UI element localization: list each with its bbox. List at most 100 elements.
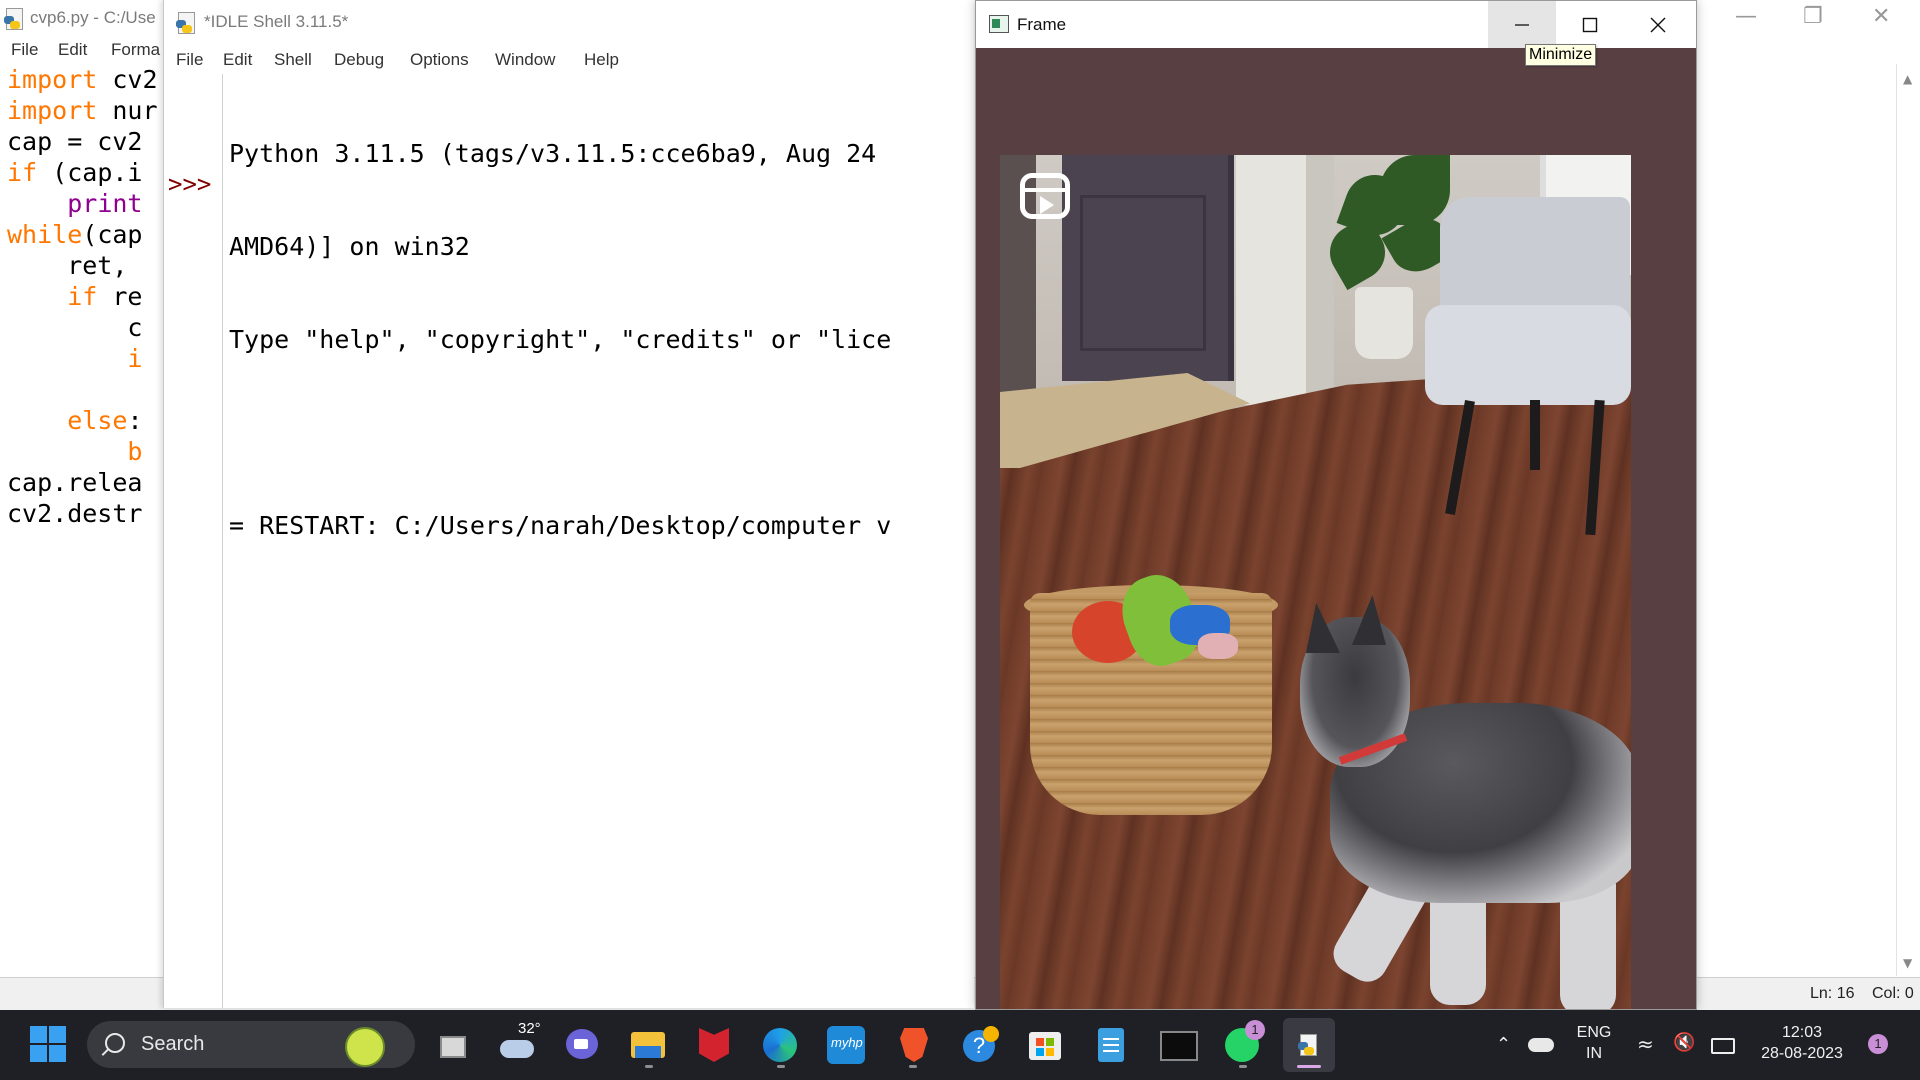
shell-menu-edit[interactable]: Edit: [223, 50, 252, 70]
code-token: b: [127, 437, 143, 466]
shell-menu-options[interactable]: Options: [410, 50, 469, 70]
shell-title: *IDLE Shell 3.11.5*: [204, 12, 349, 31]
edge-icon[interactable]: [761, 1026, 799, 1064]
code-token: cv2: [97, 65, 158, 94]
status-col: Col: 0: [1872, 985, 1914, 1002]
editor-menu-edit[interactable]: Edit: [58, 40, 87, 60]
editor-code-area[interactable]: import cv2 import nur cap = cv2 if (cap.i p…: [7, 64, 158, 529]
brave-icon[interactable]: [895, 1026, 933, 1064]
idle-icon[interactable]: [1283, 1018, 1335, 1072]
battery-icon[interactable]: [1711, 1038, 1735, 1054]
shell-menubar: File Edit Shell Debug Options Window Hel…: [164, 46, 974, 74]
code-line: cap.relea: [7, 467, 158, 498]
shell-menu-file[interactable]: File: [176, 50, 203, 70]
shell-menu-help[interactable]: Help: [584, 50, 619, 70]
teams-chat-icon[interactable]: [564, 1026, 602, 1064]
code-line: print: [7, 188, 158, 219]
python-file-icon: [4, 8, 24, 30]
maximize-icon: [1582, 17, 1598, 32]
code-token: ret,: [7, 251, 143, 280]
shell-menu-shell[interactable]: Shell: [274, 50, 312, 70]
editor-menu-format[interactable]: Forma: [111, 40, 160, 60]
frame-minimize-button[interactable]: [1488, 1, 1556, 48]
code-token: print: [67, 189, 143, 218]
frame-titlebar[interactable]: Frame: [976, 1, 1696, 48]
editor-close-icon[interactable]: ✕: [1872, 4, 1890, 29]
search-icon: [105, 1033, 125, 1053]
running-indicator: [909, 1065, 917, 1068]
code-token: cap.relea: [7, 468, 143, 497]
frame-maximize-button[interactable]: [1556, 1, 1624, 48]
frame-close-button[interactable]: [1624, 1, 1692, 48]
code-token: (cap: [82, 220, 143, 249]
video-frame-image: [1000, 155, 1631, 1009]
code-line: i: [7, 343, 158, 374]
code-line: cv2.destr: [7, 498, 158, 529]
editor-minimize-icon[interactable]: —: [1735, 4, 1757, 29]
code-token: cv2.destr: [7, 499, 143, 528]
start-icon[interactable]: [30, 1026, 68, 1064]
code-line: cap = cv2: [7, 126, 158, 157]
wifi-icon[interactable]: ≈: [1637, 1032, 1654, 1056]
task-view-icon[interactable]: [434, 1026, 472, 1064]
code-token: i: [127, 344, 143, 373]
notification-badge[interactable]: 1: [1868, 1034, 1888, 1054]
shell-output[interactable]: Python 3.11.5 (tags/v3.11.5:cce6ba9, Aug…: [229, 76, 891, 603]
code-token: import: [7, 96, 98, 125]
code-line: else:: [7, 405, 158, 436]
code-token: while: [7, 220, 83, 249]
taskbar-search-box[interactable]: Search: [87, 1021, 415, 1068]
code-token: cap = cv2: [7, 127, 143, 156]
code-line: import nur: [7, 95, 158, 126]
help-icon[interactable]: ?: [961, 1026, 999, 1064]
code-token: if: [7, 158, 38, 187]
volume-muted-icon[interactable]: 🔇: [1673, 1032, 1695, 1053]
clock-time: 12:03: [1781, 1024, 1823, 1041]
status-line: Ln: 16: [1810, 985, 1855, 1002]
code-line: while(cap: [7, 219, 158, 250]
code-line: ret,: [7, 250, 158, 281]
idle-shell-window: *IDLE Shell 3.11.5* File Edit Shell Debu…: [163, 0, 974, 1008]
mcafee-icon[interactable]: [695, 1026, 733, 1064]
onedrive-icon[interactable]: [1528, 1038, 1554, 1052]
terminal-icon[interactable]: [1158, 1026, 1198, 1064]
frame-app-icon: [989, 15, 1009, 33]
language-region: IN: [1586, 1045, 1602, 1062]
scroll-down-icon[interactable]: ▼: [1903, 956, 1912, 970]
language-code: ENG: [1576, 1024, 1612, 1041]
myhp-icon[interactable]: myhp: [827, 1026, 865, 1064]
minimize-tooltip: Minimize: [1525, 44, 1597, 66]
scroll-up-icon[interactable]: ▲: [1903, 72, 1912, 86]
shell-prompt: >>>: [168, 170, 212, 198]
clock[interactable]: 12:03 28-08-2023: [1752, 1022, 1852, 1064]
editor-restore-icon[interactable]: ❐: [1803, 4, 1823, 29]
file-explorer-icon[interactable]: [629, 1026, 667, 1064]
store-icon[interactable]: [1026, 1026, 1064, 1064]
minimize-icon: [1515, 23, 1529, 26]
shell-menu-debug[interactable]: Debug: [334, 50, 384, 70]
notepad-icon[interactable]: [1092, 1026, 1130, 1064]
code-token: re: [97, 282, 143, 311]
reels-play-icon: [1020, 173, 1070, 219]
code-token: nur: [97, 96, 158, 125]
taskbar: Search myhp ? 1 32° ⌃ ENG IN ≈ 🔇 12:03 2…: [0, 1010, 1920, 1080]
code-line: if re: [7, 281, 158, 312]
whatsapp-icon[interactable]: 1: [1223, 1020, 1265, 1064]
editor-vertical-scrollbar[interactable]: ▲ ▼: [1896, 64, 1920, 976]
shell-output-line: AMD64)] on win32: [229, 232, 470, 261]
editor-title: cvp6.py - C:/Use: [30, 8, 156, 27]
search-highlight-icon: [345, 1027, 385, 1067]
shell-menu-window[interactable]: Window: [495, 50, 555, 70]
search-label: Search: [141, 1033, 205, 1055]
shell-output-line: Python 3.11.5 (tags/v3.11.5:cce6ba9, Aug…: [229, 139, 877, 168]
shell-output-line: Type "help", "copyright", "credits" or "…: [229, 325, 892, 354]
shell-titlebar[interactable]: *IDLE Shell 3.11.5*: [164, 0, 974, 46]
tray-overflow-icon[interactable]: ⌃: [1496, 1034, 1511, 1055]
shell-output-line: = RESTART: C:/Users/narah/Desktop/comput…: [229, 511, 892, 540]
language-indicator[interactable]: ENG IN: [1568, 1022, 1620, 1064]
code-line: c: [7, 312, 158, 343]
editor-menu-file[interactable]: File: [11, 40, 38, 60]
